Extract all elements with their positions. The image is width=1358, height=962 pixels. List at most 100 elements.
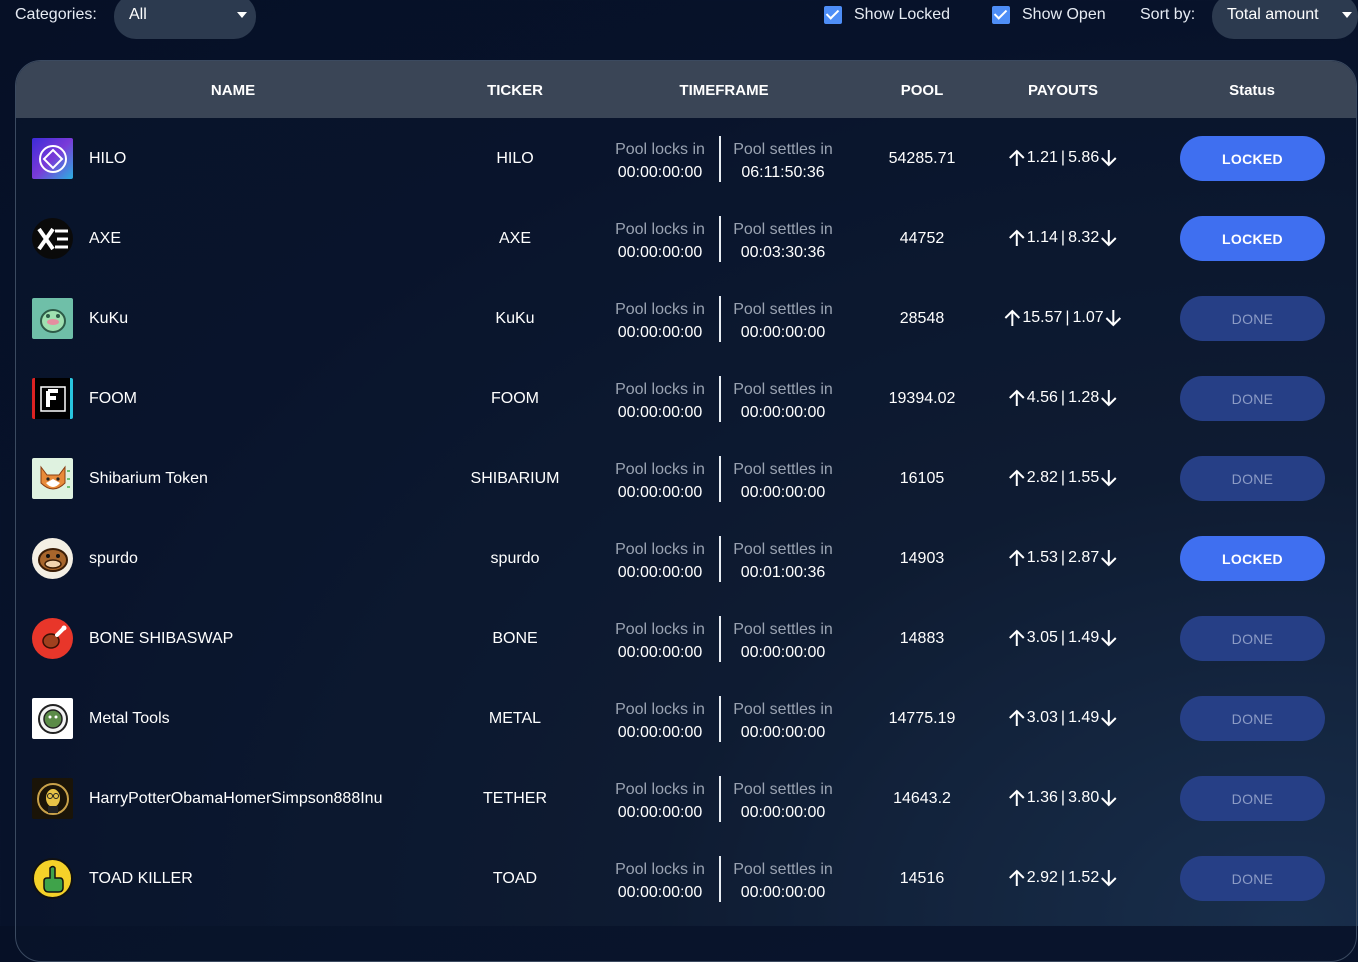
table-row[interactable]: Shibarium Token SHIBARIUM Pool locks in 0…: [16, 438, 1356, 518]
arrow-up-icon: [1009, 549, 1025, 566]
pool-settles-label: Pool settles in: [733, 461, 833, 478]
pool-locks: Pool locks in 00:00:00:00: [615, 218, 705, 264]
table-row[interactable]: HILO HILO Pool locks in 00:00:00:00 Pool …: [16, 118, 1356, 198]
status-button[interactable]: LOCKED: [1180, 536, 1325, 581]
caret-down-icon: [237, 12, 247, 18]
table-row[interactable]: AXE AXE Pool locks in 00:00:00:00 Pool se…: [16, 198, 1356, 278]
payout-up: 4.56: [1026, 389, 1058, 406]
status-button[interactable]: DONE: [1180, 776, 1325, 821]
table-row[interactable]: spurdo spurdo Pool locks in 00:00:00:00 P…: [16, 518, 1356, 598]
arrow-up-icon: [1009, 629, 1025, 646]
table-row[interactable]: BONE SHIBASWAP BONE Pool locks in 00:00:0…: [16, 598, 1356, 678]
pool-locks-label: Pool locks in: [615, 541, 705, 558]
table-row[interactable]: TOAD KILLER TOAD Pool locks in 00:00:00:0…: [16, 838, 1356, 918]
token-ticker: HILO: [496, 150, 534, 167]
pool-locks-label: Pool locks in: [615, 781, 705, 798]
token-name[interactable]: Metal Tools: [89, 710, 170, 728]
payout-separator: |: [1060, 149, 1066, 166]
pool-settles-time: 00:01:00:36: [740, 564, 826, 581]
spurdo-logo: [32, 538, 73, 579]
header-name[interactable]: NAME: [211, 82, 255, 99]
token-name[interactable]: AXE: [89, 230, 121, 248]
header-status[interactable]: Status: [1229, 82, 1275, 99]
pool-locks-time: 00:00:00:00: [617, 724, 703, 741]
status-button[interactable]: DONE: [1180, 456, 1325, 501]
arrow-down-icon: [1101, 710, 1117, 727]
pool-settles: Pool settles in 00:01:00:36: [733, 538, 833, 584]
table-row[interactable]: KuKu KuKu Pool locks in 00:00:00:00 Pool …: [16, 278, 1356, 358]
table-row[interactable]: HarryPotterObamaHomerSimpson888Inu TETHE…: [16, 758, 1356, 838]
hilo-logo: [32, 138, 73, 179]
show-locked-checkbox[interactable]: Show Locked: [824, 6, 950, 24]
pool-locks-label: Pool locks in: [615, 861, 705, 878]
pool-settles-time: 00:03:30:36: [740, 244, 826, 261]
pool-locks: Pool locks in 00:00:00:00: [615, 538, 705, 584]
token-name[interactable]: BONE SHIBASWAP: [89, 630, 233, 648]
payouts: 2.82 | 1.55: [1007, 468, 1119, 488]
pool-locks-time: 00:00:00:00: [617, 164, 703, 181]
arrow-down-icon: [1101, 470, 1117, 487]
payouts: 4.56 | 1.28: [1007, 388, 1119, 408]
token-name[interactable]: KuKu: [89, 310, 128, 328]
token-ticker: BONE: [492, 630, 538, 647]
pool-locks-time: 00:00:00:00: [617, 884, 703, 901]
payout-separator: |: [1060, 389, 1066, 406]
payout-down: 1.49: [1068, 629, 1100, 646]
table-row[interactable]: FOOM FOOM Pool locks in 00:00:00:00 Pool …: [16, 358, 1356, 438]
status-button[interactable]: LOCKED: [1180, 216, 1325, 261]
token-name[interactable]: Shibarium Token: [89, 470, 208, 488]
table-row[interactable]: Metal Tools METAL Pool locks in 00:00:00:…: [16, 678, 1356, 758]
token-name[interactable]: spurdo: [89, 550, 138, 568]
arrow-down-icon: [1101, 870, 1117, 887]
timeframe-divider: [719, 456, 721, 502]
status-button[interactable]: LOCKED: [1180, 136, 1325, 181]
pool-locks-label: Pool locks in: [615, 381, 705, 398]
pool-amount: 14643.2: [893, 790, 951, 807]
token-name[interactable]: HarryPotterObamaHomerSimpson888Inu: [89, 790, 382, 808]
payout-separator: |: [1060, 629, 1066, 646]
payout-up: 3.05: [1026, 629, 1058, 646]
arrow-up-icon: [1009, 149, 1025, 166]
header-ticker[interactable]: TICKER: [487, 82, 543, 99]
arrow-down-icon: [1101, 230, 1117, 247]
checkbox-checked-icon[interactable]: [824, 6, 842, 24]
status-button[interactable]: DONE: [1180, 616, 1325, 661]
timeframe-divider: [719, 376, 721, 422]
pool-locks-label: Pool locks in: [615, 301, 705, 318]
pool-locks: Pool locks in 00:00:00:00: [615, 138, 705, 184]
pool-locks-label: Pool locks in: [615, 701, 705, 718]
arrow-up-icon: [1009, 789, 1025, 806]
header-payouts[interactable]: PAYOUTS: [1028, 82, 1098, 99]
pool-settles-label: Pool settles in: [733, 381, 833, 398]
payout-up: 1.14: [1026, 229, 1058, 246]
axe-logo: [32, 218, 73, 259]
header-pool[interactable]: POOL: [901, 82, 944, 99]
payout-up: 2.92: [1026, 869, 1058, 886]
status-button[interactable]: DONE: [1180, 376, 1325, 421]
payouts: 1.53 | 2.87: [1007, 548, 1119, 568]
pool-amount: 14883: [899, 630, 945, 647]
status-button[interactable]: DONE: [1180, 856, 1325, 901]
payout-down: 3.80: [1068, 789, 1100, 806]
pool-locks-time: 00:00:00:00: [617, 324, 703, 341]
token-name[interactable]: HILO: [89, 150, 126, 168]
show-open-checkbox[interactable]: Show Open: [992, 6, 1106, 24]
arrow-up-icon: [1004, 309, 1021, 326]
header-timeframe[interactable]: TIMEFRAME: [679, 82, 768, 99]
status-button[interactable]: DONE: [1180, 696, 1325, 741]
payout-down: 5.86: [1068, 149, 1100, 166]
pool-settles-time: 00:00:00:00: [740, 484, 826, 501]
pool-settles-time: 06:11:50:36: [741, 164, 825, 181]
sort-select[interactable]: Total amount: [1212, 0, 1358, 39]
arrow-down-icon: [1101, 630, 1117, 647]
pool-settles-label: Pool settles in: [733, 701, 833, 718]
shibarium-logo: [32, 458, 73, 499]
checkbox-checked-icon[interactable]: [992, 6, 1010, 24]
pool-settles-label: Pool settles in: [733, 781, 833, 798]
token-name[interactable]: TOAD KILLER: [89, 870, 193, 888]
categories-select[interactable]: All: [114, 0, 256, 39]
status-button[interactable]: DONE: [1180, 296, 1325, 341]
pool-settles-label: Pool settles in: [733, 141, 833, 158]
timeframe-divider: [719, 216, 721, 262]
token-name[interactable]: FOOM: [89, 390, 137, 408]
